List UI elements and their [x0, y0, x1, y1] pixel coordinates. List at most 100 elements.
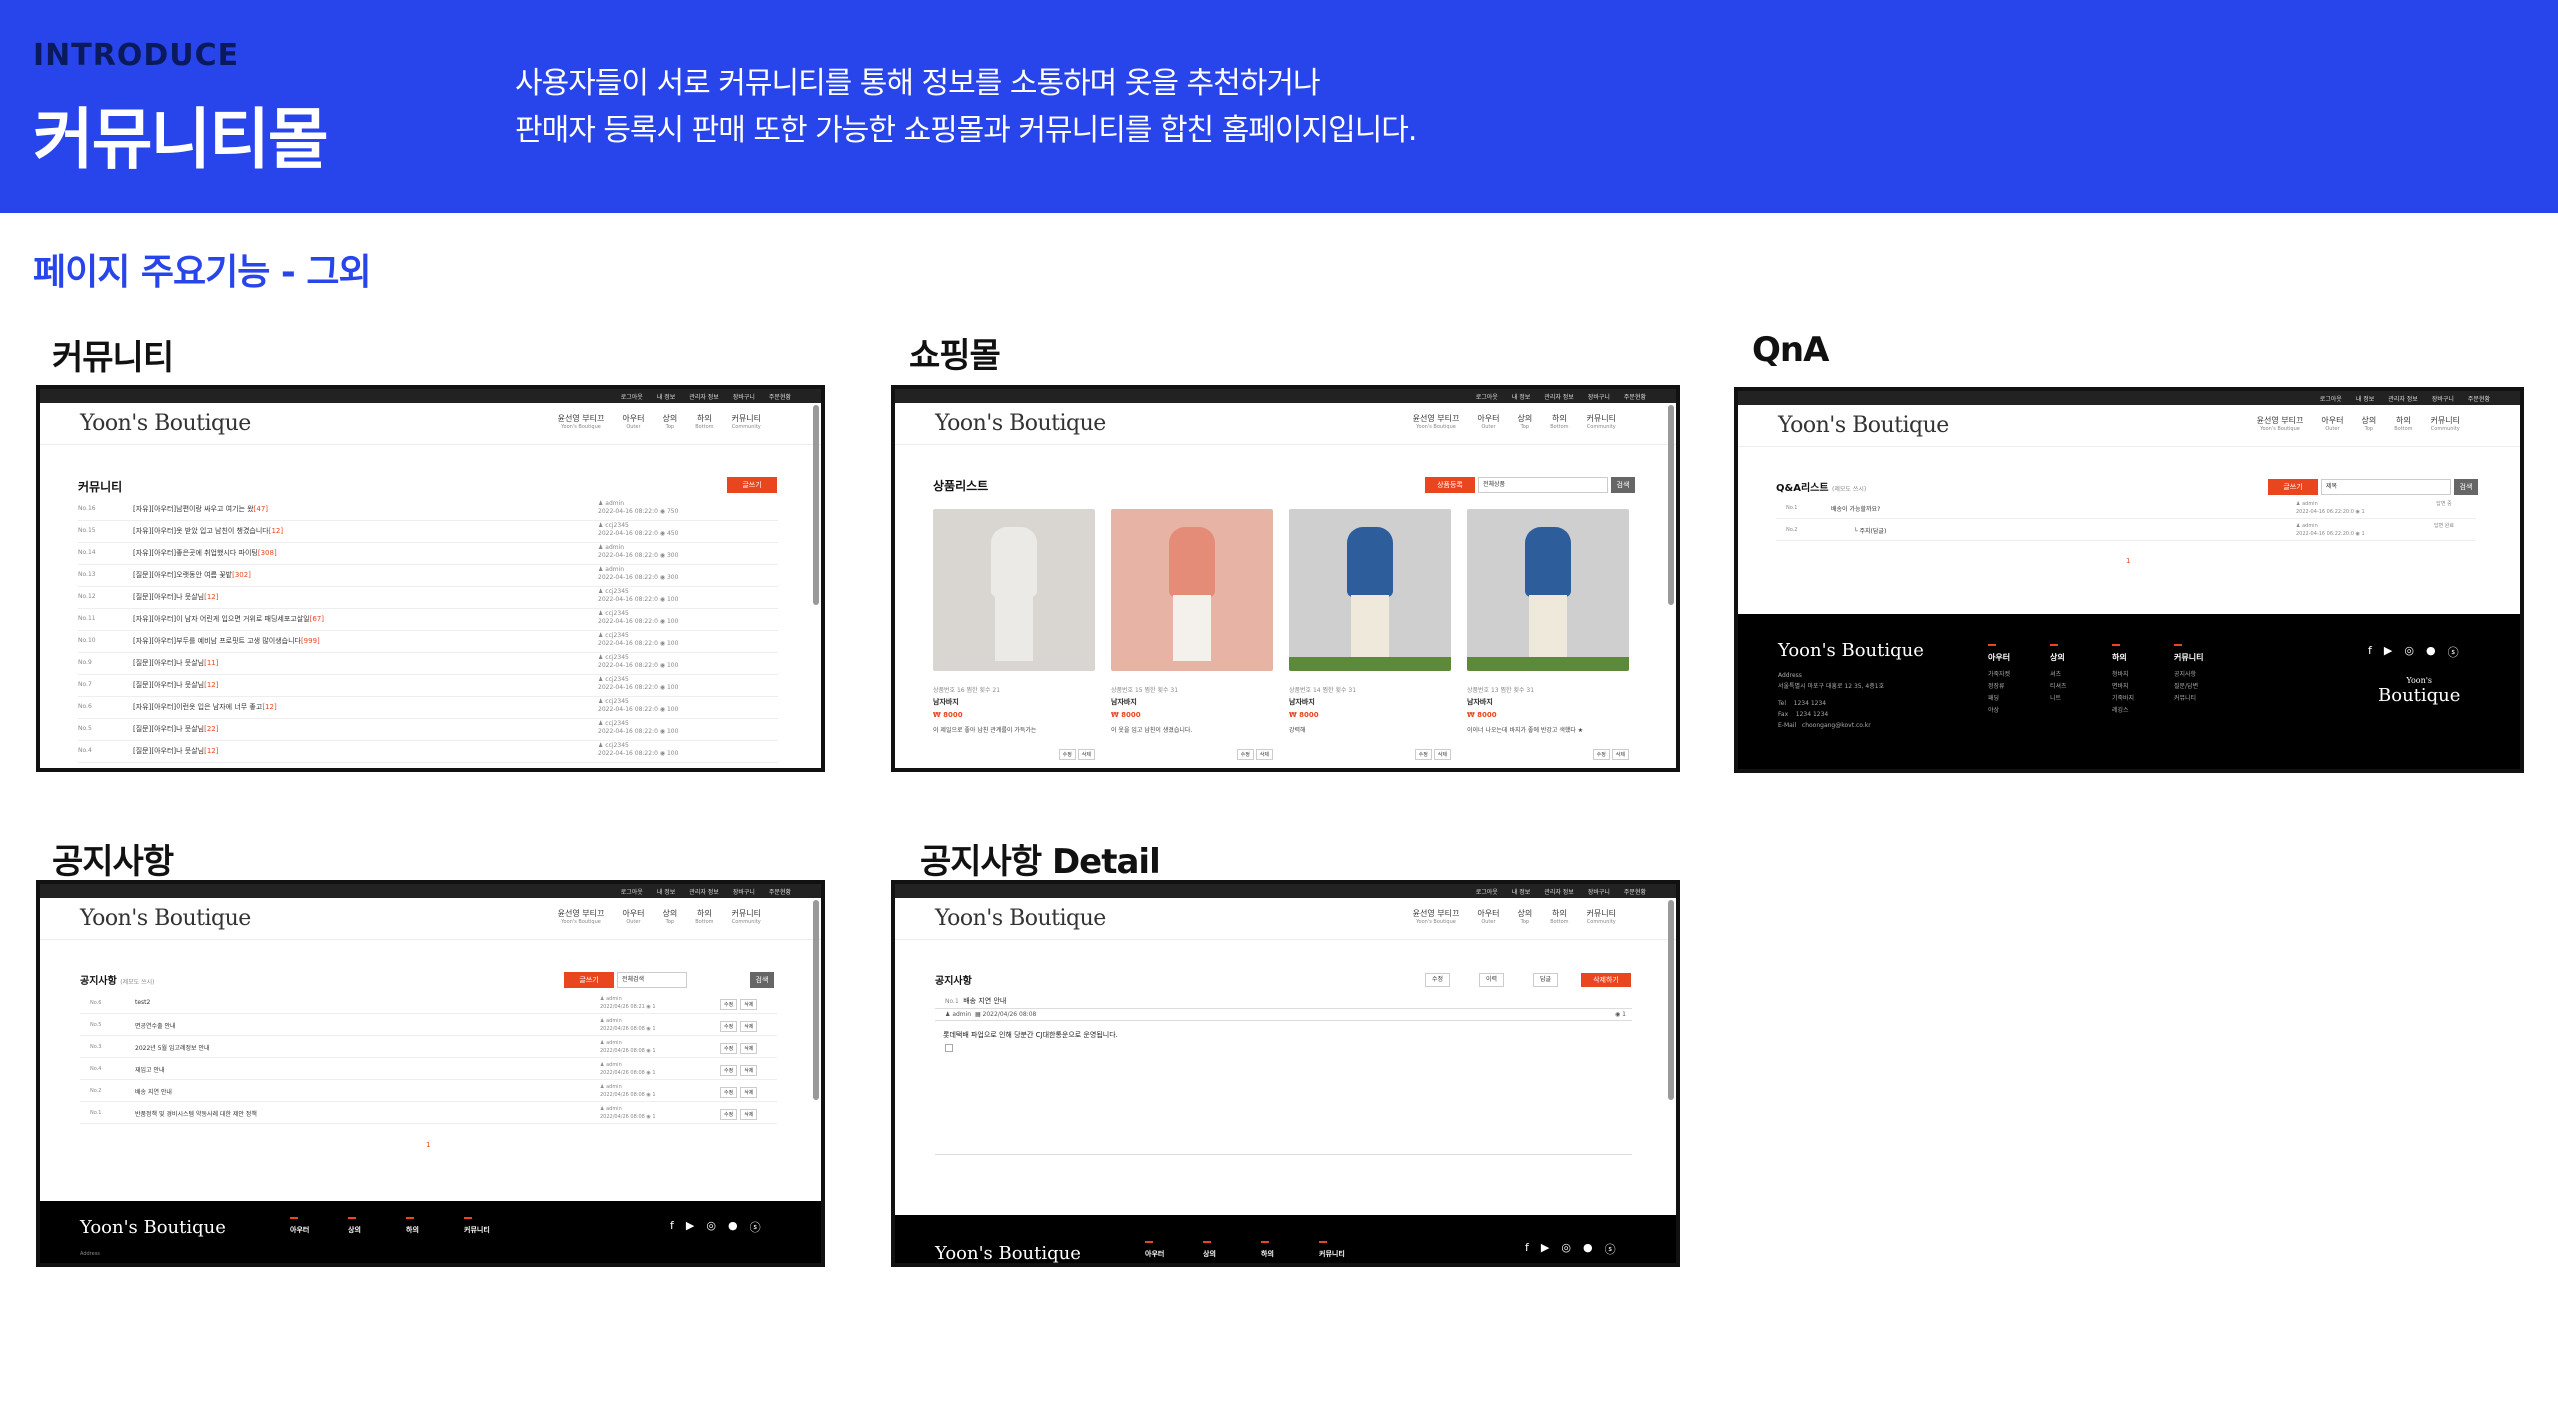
product-image[interactable] [1111, 509, 1273, 671]
search-field-select[interactable]: 제목 [2321, 479, 2451, 495]
menu-top[interactable]: 상의 Top [1517, 908, 1532, 925]
list-item[interactable]: No.6 [자유][아우터]이런옷 입은 남자에 너무 좋고[12] ♟ ccj23… [78, 697, 778, 719]
menu-community[interactable]: 커뮤니티 Community [1587, 908, 1616, 925]
post-title[interactable]: [자유][아우터]남편이랑 싸우고 여기는 왔[47] [133, 504, 268, 514]
footer-link[interactable]: 면바지 [2112, 681, 2134, 693]
list-item[interactable]: No.3 2022년 5월 임고례정보 안내 ♟ admin 2022/04/26 0… [80, 1038, 777, 1058]
edit-button[interactable]: 수정 [1414, 749, 1432, 760]
chat-icon[interactable]: ● [728, 1219, 738, 1235]
site-logo[interactable]: Yoon's Boutique [935, 411, 1106, 436]
footer-column-title[interactable]: 커뮤니티 [2174, 652, 2203, 663]
footer-column-title[interactable]: 아우터 [290, 1217, 309, 1235]
topbar-logout[interactable]: 로그아웃 [1476, 392, 1498, 401]
topbar-admin[interactable]: 관리자 정보 [1544, 887, 1574, 896]
topbar-myinfo[interactable]: 내 정보 [657, 392, 675, 401]
reply-button[interactable]: 답글 [1533, 973, 1559, 987]
post-title-text[interactable]: [자유][아우터]옷 받았 입고 남친이 챙겼습니다 [133, 527, 269, 535]
product-image[interactable] [1289, 509, 1451, 671]
footer-link[interactable]: 청바지 [2112, 669, 2134, 681]
post-title[interactable]: [자유][아우터]부두를 예비남 프로핏트 고생 많이생습니다[999] [133, 636, 320, 646]
post-title[interactable]: [자유][아우터]이 남자 어린게 입으면 거위로 패딩세포고살일[67] [133, 614, 324, 624]
post-title[interactable]: 배송이 가능할까요? [1831, 504, 1880, 513]
menu-outer[interactable]: 아우터 Outer [622, 908, 644, 925]
post-title-text[interactable]: [자유][아우터]남편이랑 싸우고 여기는 왔 [133, 505, 254, 513]
list-item[interactable]: No.7 [질문][아우터]나 뭇살님[12] ♟ ccj2345 2022-04-1… [78, 675, 778, 697]
menu-community[interactable]: 커뮤니티 Community [732, 413, 761, 430]
menu-outer[interactable]: 아우터 Outer [622, 413, 644, 430]
delete-button[interactable]: 삭제 [740, 1087, 758, 1098]
menu-top[interactable]: 상의 Top [1517, 413, 1532, 430]
post-title[interactable]: [질문][아우터]오랫동안 여름 꽃밭[302] [133, 570, 251, 580]
delete-button[interactable]: 삭제 [740, 1021, 758, 1032]
post-title[interactable]: 2022년 5월 임고례정보 안내 [135, 1043, 210, 1052]
post-title-text[interactable]: [자유][아우터]부두를 예비남 프로핏트 고생 많이생습니다 [133, 637, 301, 645]
footer-link[interactable]: 티셔츠 [2050, 681, 2067, 693]
delete-button[interactable]: 삭제 [740, 1109, 758, 1120]
list-item[interactable]: No.6 test2 ♟ admin 2022/04/26 08:21 ◉ 1 수정 삭제 [80, 994, 777, 1014]
menu-top[interactable]: 상의 Top [662, 413, 677, 430]
pagination[interactable]: 1 [426, 1141, 430, 1149]
menu-top[interactable]: 상의 Top [662, 908, 677, 925]
footer-column-title[interactable]: 상의 [1203, 1241, 1216, 1259]
edit-button[interactable]: 수정 [1425, 973, 1451, 987]
post-title[interactable]: [질문][아우터]나 뭇살님[12] [133, 592, 218, 602]
menu-community[interactable]: 커뮤니티 Community [1587, 413, 1616, 430]
topbar-orders[interactable]: 주문현황 [1624, 392, 1646, 401]
list-item[interactable]: No.16 [자유][아우터]남편이랑 싸우고 여기는 왔[47] ♟ admin 2… [78, 499, 778, 521]
footer-column-title[interactable]: 하의 [406, 1217, 419, 1235]
delete-button[interactable]: 삭제 [1255, 749, 1273, 760]
write-button[interactable]: 글쓰기 [2268, 479, 2318, 495]
youtube-icon[interactable]: ▶ [2384, 644, 2392, 660]
post-title[interactable]: [질문][아우터]나 뭇살님[12] [133, 680, 218, 690]
menu-home[interactable]: 윤선영 부티끄 Yoon's Boutique [558, 908, 605, 925]
search-button[interactable]: 검색 [1611, 477, 1635, 493]
topbar-logout[interactable]: 로그아웃 [621, 392, 643, 401]
list-item[interactable]: No.5 [질문][아우터]나 뭇살님[22] ♟ ccj2345 2022-04-1… [78, 719, 778, 741]
menu-bottom[interactable]: 하의 Bottom [1550, 908, 1568, 925]
topbar-admin[interactable]: 관리자 정보 [689, 392, 719, 401]
footer-column-title[interactable]: 하의 [2112, 652, 2134, 663]
list-item[interactable]: No.12 [질문][아우터]나 뭇살님[12] ♟ ccj2345 2022-04-… [78, 587, 778, 609]
product-name[interactable]: 남자바지 [1467, 697, 1629, 707]
facebook-icon[interactable]: f [670, 1219, 674, 1235]
footer-link[interactable]: 정장류 [1988, 681, 2010, 693]
menu-home[interactable]: 윤선영 부티끄 Yoon's Boutique [1413, 413, 1460, 430]
footer-column-title[interactable]: 하의 [1261, 1241, 1274, 1259]
footer-column-title[interactable]: 상의 [348, 1217, 361, 1235]
chat-icon[interactable]: ● [1583, 1241, 1593, 1257]
post-title-text[interactable]: [질문][아우터]나 뭇살님 [133, 725, 204, 733]
site-logo[interactable]: Yoon's Boutique [80, 906, 251, 931]
topbar-admin[interactable]: 관리자 정보 [689, 887, 719, 896]
topbar-cart[interactable]: 장바구니 [733, 887, 755, 896]
menu-bottom[interactable]: 하의 Bottom [1550, 413, 1568, 430]
footer-link[interactable]: 셔츠 [2050, 669, 2067, 681]
delete-button[interactable]: 삭제 [1077, 749, 1095, 760]
menu-home[interactable]: 윤선영 부티끄 Yoon's Boutique [558, 413, 605, 430]
search-button[interactable]: 검색 [750, 972, 774, 988]
topbar-orders[interactable]: 주문현황 [769, 887, 791, 896]
topbar-myinfo[interactable]: 내 정보 [2356, 394, 2374, 403]
menu-bottom[interactable]: 하의 Bottom [695, 908, 713, 925]
footer-link[interactable]: 공지사항 [2174, 669, 2203, 681]
footer-link[interactable]: 기죽바지 [2112, 693, 2134, 705]
product-card[interactable]: 상품번호 13 찜한 횟수 31 남자바지 ₩ 8000 이이너 나오는데 바지가 좋… [1467, 509, 1629, 760]
product-image[interactable] [933, 509, 1095, 671]
category-select[interactable]: 전체상품 [1478, 477, 1608, 493]
write-button[interactable]: 글쓰기 [727, 477, 777, 493]
menu-home[interactable]: 윤선영 부티끄 Yoon's Boutique [1413, 908, 1460, 925]
facebook-icon[interactable]: f [1525, 1241, 1529, 1257]
edit-button[interactable]: 수정 [720, 999, 738, 1010]
site-logo[interactable]: Yoon's Boutique [935, 906, 1106, 931]
list-item[interactable]: No.4 재입고 안내 ♟ admin 2022/04/26 08:08 ◉ 1 수정 삭… [80, 1060, 777, 1080]
post-title[interactable]: [자유][아우터]좋은곳에 취업했시다 파이팅[308] [133, 548, 277, 558]
post-title[interactable]: [자유][아우터]옷 받았 입고 남친이 챙겼습니다[12] [133, 526, 283, 536]
topbar-admin[interactable]: 관리자 정보 [2388, 394, 2418, 403]
product-image[interactable] [1467, 509, 1629, 671]
topbar-admin[interactable]: 관리자 정보 [1544, 392, 1574, 401]
history-button[interactable]: 이력 [1479, 973, 1505, 987]
footer-column-title[interactable]: 아우터 [1145, 1241, 1164, 1259]
skype-icon[interactable]: ⓢ [1605, 1241, 1616, 1257]
post-title[interactable]: [질문][아우터]나 뭇살님[12] [133, 746, 218, 756]
topbar-orders[interactable]: 주문현황 [2468, 394, 2490, 403]
menu-top[interactable]: 상의 Top [2361, 415, 2376, 432]
